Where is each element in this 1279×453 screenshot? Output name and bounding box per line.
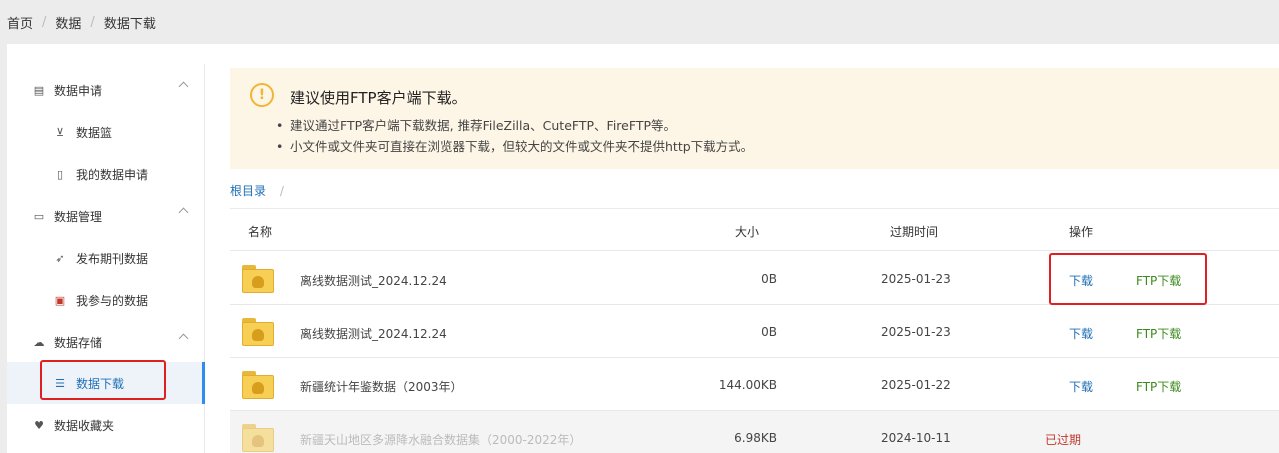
ftp-download-link[interactable]: FTP下载 (1136, 378, 1181, 395)
sidebar-item-participated-data[interactable]: ▣ 我参与的数据 (7, 279, 205, 321)
menu-group-data-storage[interactable]: ☁ 数据存储 (7, 321, 205, 363)
row-name[interactable]: 离线数据测试_2024.12.24 (300, 325, 447, 342)
breadcrumb-data[interactable]: 数据 (55, 13, 81, 32)
row-name[interactable]: 新疆统计年鉴数据（2003年） (300, 378, 463, 395)
notice-banner: ! 建议使用FTP客户端下载。 建议通过FTP客户端下载数据, 推荐FileZi… (230, 68, 1279, 169)
table-row: 离线数据测试_2024.12.24 0B 2025-01-23 下载 FTP下载 (230, 305, 1279, 358)
folder-icon (242, 424, 274, 452)
breadcrumb: 首页 / 数据 / 数据下载 (0, 0, 1279, 44)
row-expire: 2024-10-11 (881, 431, 951, 445)
download-link[interactable]: 下载 (1069, 378, 1093, 395)
row-size: 144.00KB (718, 378, 777, 392)
sidebar-item-data-basket[interactable]: ⊻ 数据篮 (7, 111, 205, 153)
row-name[interactable]: 离线数据测试_2024.12.24 (300, 272, 447, 289)
menu-group-favorites[interactable]: ♥ 数据收藏夹 (7, 404, 205, 446)
chevron-up-icon (178, 333, 189, 344)
header-size: 大小 (735, 225, 760, 239)
menu-group-label: 数据管理 (54, 209, 103, 224)
notice-bullet: 建议通过FTP客户端下载数据, 推荐FileZilla、CuteFTP、Fire… (276, 115, 753, 136)
breadcrumb-current: 数据下载 (103, 16, 156, 32)
sidebar-item-publish-journal[interactable]: ➶ 发布期刊数据 (7, 237, 205, 279)
sidebar-item-label: 我的数据申请 (76, 167, 149, 182)
rocket-icon: ➶ (55, 251, 65, 265)
header-expire: 过期时间 (890, 225, 939, 239)
highlight-box-operations (1049, 253, 1207, 305)
wallet-icon: ▣ (54, 293, 66, 307)
sidebar-item-label: 发布期刊数据 (76, 251, 149, 266)
download-link[interactable]: 下载 (1069, 325, 1093, 342)
notice-title: 建议使用FTP客户端下载。 (290, 89, 467, 107)
menu-group-label: 数据存储 (54, 335, 103, 350)
chevron-up-icon (178, 81, 189, 92)
main-panel: ▤ 数据申请 ⊻ 数据篮 ▯ 我的数据申请 ▭ 数据管理 ➶ 发布期刊数据 ▣ … (7, 44, 1279, 453)
directory-path: 根目录 / (230, 182, 284, 199)
path-separator: / (279, 184, 284, 198)
row-expire: 2025-01-23 (881, 325, 951, 339)
cart-icon: ⊻ (55, 125, 65, 139)
sidebar-item-my-requests[interactable]: ▯ 我的数据申请 (7, 153, 205, 195)
notice-list: 建议通过FTP客户端下载数据, 推荐FileZilla、CuteFTP、Fire… (276, 115, 753, 157)
monitor-icon: ▭ (33, 209, 45, 223)
notice-bullet: 小文件或文件夹可直接在浏览器下载，但较大的文件或文件夹不提供http下载方式。 (276, 136, 753, 157)
menu-group-label: 数据申请 (54, 83, 103, 98)
highlight-box-sidebar (40, 360, 166, 400)
breadcrumb-home[interactable]: 首页 (7, 13, 33, 32)
header-ops: 操作 (1069, 225, 1094, 239)
folder-icon (242, 265, 274, 293)
warning-icon: ! (250, 83, 274, 107)
cloud-icon: ☁ (33, 335, 45, 349)
table-row-expired: 新疆天山地区多源降水融合数据集（2000-2022年） 6.98KB 2024-… (230, 411, 1279, 453)
table-row: 新疆统计年鉴数据（2003年） 144.00KB 2025-01-22 下载 F… (230, 358, 1279, 411)
row-name: 新疆天山地区多源降水融合数据集（2000-2022年） (300, 433, 582, 447)
menu-group-data-management[interactable]: ▭ 数据管理 (7, 195, 205, 237)
sidebar-item-label: 我参与的数据 (76, 293, 149, 308)
folder-icon (242, 371, 274, 399)
menu-group-label: 数据收藏夹 (54, 418, 115, 433)
row-expire: 2025-01-22 (881, 378, 951, 392)
content-area: ! 建议使用FTP客户端下载。 建议通过FTP客户端下载数据, 推荐FileZi… (230, 68, 1279, 453)
row-size: 0B (761, 272, 777, 286)
row-size: 0B (761, 325, 777, 339)
breadcrumb-separator: / (90, 14, 95, 30)
row-size: 6.98KB (734, 431, 777, 445)
expired-badge: 已过期 (1045, 433, 1082, 447)
document-icon: ▯ (56, 167, 64, 181)
header-name: 名称 (248, 225, 273, 239)
table-header: 名称 大小 过期时间 操作 (230, 209, 1279, 251)
path-root-link[interactable]: 根目录 (230, 184, 266, 198)
ftp-download-link[interactable]: FTP下载 (1136, 325, 1181, 342)
menu-group-data-request[interactable]: ▤ 数据申请 (7, 69, 205, 111)
sidebar-item-label: 数据篮 (76, 125, 113, 140)
folder-icon (242, 318, 274, 346)
heart-icon: ♥ (34, 418, 44, 432)
row-expire: 2025-01-23 (881, 272, 951, 286)
breadcrumb-separator: / (42, 14, 47, 30)
clipboard-icon: ▤ (33, 83, 45, 97)
chevron-up-icon (178, 207, 189, 218)
